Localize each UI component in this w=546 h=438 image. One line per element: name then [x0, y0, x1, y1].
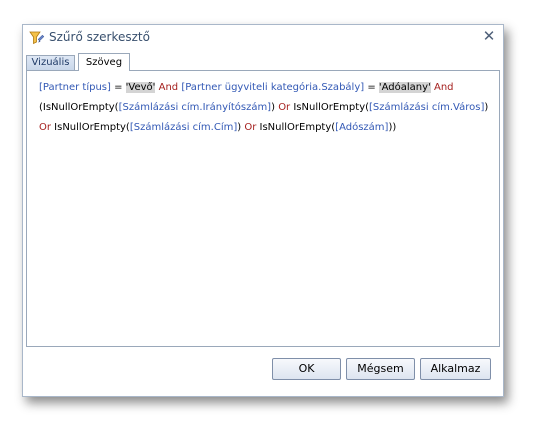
- expression-field-token: [Számlázási cím.Cím]: [129, 122, 238, 133]
- expression-keyword-token: Or: [278, 102, 291, 113]
- apply-button[interactable]: Alkalmaz: [420, 358, 491, 380]
- ok-button[interactable]: OK: [272, 358, 341, 380]
- filter-editor-dialog: Szűrő szerkesztő ✕ Vizuális Szöveg [Part…: [22, 24, 504, 397]
- expression-text-token: IsNullOrEmpty(: [256, 122, 336, 133]
- window-title: Szűrő szerkesztő: [49, 30, 150, 44]
- expression-text-token: ): [484, 102, 489, 113]
- tab-visual[interactable]: Vizuális: [26, 55, 75, 70]
- expression-line: Or IsNullOrEmpty([Számlázási cím.Cím]) O…: [39, 118, 495, 138]
- expression-keyword-token: Or: [244, 122, 257, 133]
- close-icon[interactable]: ✕: [481, 28, 497, 44]
- expression-field-token: [Számlázási cím.Irányítószám]: [118, 102, 272, 113]
- expression-text-token: =: [110, 82, 126, 93]
- expression-text-token: IsNullOrEmpty(: [290, 102, 370, 113]
- expression-text-token: )): [388, 122, 397, 133]
- tab-text[interactable]: Szöveg: [78, 53, 130, 71]
- expression-string-token: 'Adóalany': [378, 82, 431, 93]
- expression-line: (IsNullOrEmpty([Számlázási cím.Irányítós…: [39, 98, 495, 118]
- expression-keyword-token: Or: [39, 122, 51, 133]
- expression-line: [Partner típus] = 'Vevő' And [Partner üg…: [39, 78, 495, 98]
- expression-string-token: 'Vevő': [125, 82, 156, 93]
- expression-field-token: [Adószám]: [335, 122, 389, 133]
- expression-keyword-token: And: [430, 82, 454, 93]
- expression-text-token: IsNullOrEmpty(: [50, 122, 130, 133]
- expression-field-token: [Számlázási cím.Város]: [369, 102, 485, 113]
- expression-text-token: (IsNullOrEmpty(: [39, 102, 119, 113]
- expression-editor[interactable]: [Partner típus] = 'Vevő' And [Partner üg…: [26, 70, 500, 347]
- button-bar: OK Mégsem Alkalmaz: [23, 346, 503, 396]
- title-bar[interactable]: Szűrő szerkesztő ✕: [23, 25, 503, 50]
- filter-expression[interactable]: [Partner típus] = 'Vevő' And [Partner üg…: [39, 78, 495, 138]
- expression-text-token: =: [364, 82, 379, 93]
- expression-keyword-token: And: [155, 82, 182, 93]
- expression-field-token: [Partner ügyviteli kategória.Szabály]: [181, 82, 365, 93]
- cancel-button[interactable]: Mégsem: [346, 358, 415, 380]
- tab-strip: Vizuális Szöveg: [26, 53, 500, 71]
- filter-edit-icon: [29, 30, 45, 45]
- expression-field-token: [Partner típus]: [39, 82, 111, 93]
